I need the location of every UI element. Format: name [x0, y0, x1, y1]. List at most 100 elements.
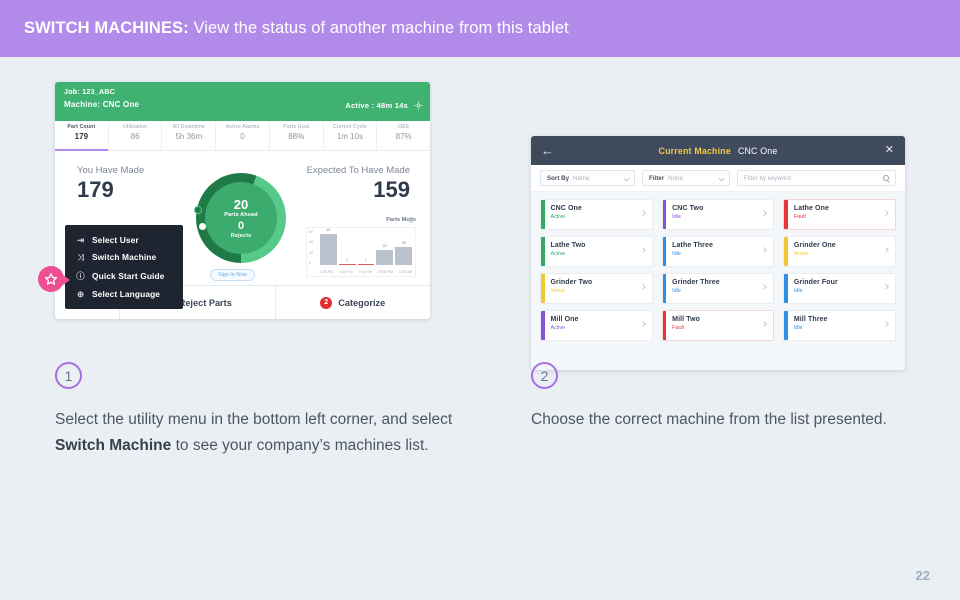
shuffle-icon: ⤨: [77, 251, 84, 262]
caption-1-bold: Switch Machine: [55, 437, 172, 454]
login-arrow-icon: ⇥: [76, 234, 85, 245]
machine-card-text: Mill Two Fault: [666, 311, 700, 340]
categorize-button[interactable]: 2 Categorize: [276, 286, 431, 319]
machine-card[interactable]: Mill One Active: [540, 310, 653, 341]
kpi-part-count[interactable]: Part Count 179: [55, 121, 109, 151]
chevron-right-icon: [761, 321, 768, 327]
machine-card[interactable]: Mill Three Idle: [783, 310, 896, 341]
chevron-right-icon: [639, 284, 646, 290]
chevron-right-icon: [883, 321, 889, 327]
chevron-right-icon: [639, 321, 646, 327]
kpi-label: OEE: [397, 124, 410, 130]
filter-value: None: [668, 174, 683, 182]
utility-menu-item-quick-start-guide[interactable]: ⓘ Quick Start Guide: [65, 266, 183, 285]
machine-card[interactable]: Grinder Three Idle: [661, 273, 775, 304]
page-canvas: Job: 123_ABC Machine: CNC One Active : 4…: [0, 57, 960, 600]
machine-status: Idle: [672, 251, 681, 257]
chart-options-icon[interactable]: [408, 217, 414, 223]
machine-card[interactable]: Lathe Two Active: [540, 236, 653, 267]
job-label: Job: 123_ABC: [64, 87, 116, 96]
dashboard-screenshot: Job: 123_ABC Machine: CNC One Active : 4…: [55, 82, 430, 319]
reject-parts-label: Reject Parts: [178, 297, 232, 308]
filter-label: Filter: [649, 174, 665, 182]
machine-card-text: Grinder Three Idle: [666, 274, 720, 303]
machine-name: Grinder Three: [672, 279, 720, 286]
machine-card[interactable]: CNC One Active: [540, 199, 653, 230]
keyword-search-field[interactable]: Filter by keyword: [737, 170, 896, 186]
chevron-right-icon: [761, 210, 768, 216]
kpi-value: 179: [74, 132, 89, 141]
kpi-parts-goal[interactable]: Parts Goal 88%: [270, 121, 324, 150]
machine-card[interactable]: Lathe One Fault: [783, 199, 896, 230]
step-number-1: 1: [55, 362, 82, 389]
utility-menu-item-switch-machine[interactable]: ⤨ Switch Machine: [65, 248, 183, 266]
machine-card[interactable]: Grinder Two Setup: [540, 273, 653, 304]
chevron-down-icon-2: [718, 175, 725, 182]
machine-status: Idle: [672, 288, 681, 294]
back-arrow-icon[interactable]: ←: [541, 144, 554, 157]
kpi-utilization[interactable]: Utilization 86: [109, 121, 163, 150]
kpi-label: Current Cycle: [333, 124, 367, 130]
parts-ahead-value: 20: [233, 196, 249, 212]
caption-step-1: 1 Select the utility menu in the bottom …: [55, 362, 455, 459]
kpi-label: Active Alarms: [225, 124, 260, 130]
star-icon: [44, 273, 58, 285]
machine-card[interactable]: Grinder One Active: [783, 236, 896, 267]
parts-made-chart: 50 30 10 0 45 1 1 22 26 1:00 PM 4:00 PM 7:00 PM 10…: [306, 227, 416, 277]
close-icon[interactable]: ✕: [885, 144, 894, 156]
kpi-value: 88%: [288, 132, 305, 141]
machine-card[interactable]: Lathe Three Idle: [661, 236, 775, 267]
utility-menu-popup: ⇥ Select User ⤨ Switch Machine ⓘ Quick Start …: [65, 225, 183, 309]
utility-menu-item-label: Select Language: [92, 288, 161, 299]
machine-card-text: Lathe One Fault: [788, 200, 829, 229]
sign-in-now-button[interactable]: Sign In Now: [210, 269, 256, 281]
kpi-oee[interactable]: OEE 87%: [377, 121, 430, 150]
kpi-active-alarms[interactable]: Active Alarms 0: [216, 121, 270, 150]
chart-y-axis: 50 30 10 0: [309, 230, 313, 265]
machine-status: Active: [550, 214, 566, 220]
chevron-right-icon: [639, 210, 646, 216]
chart-bar-label: 1: [364, 258, 367, 263]
donut-marker-dark: [194, 206, 202, 214]
machine-card-text: Grinder One Active: [788, 237, 836, 266]
kpi-value: 0: [240, 132, 245, 141]
chart-x-tick: 10:00 PM: [377, 270, 393, 274]
donut-marker-white: [199, 223, 206, 230]
utility-menu-item-label: Switch Machine: [92, 252, 157, 262]
machine-card-text: Grinder Four Idle: [788, 274, 838, 303]
chart-bar-label: 22: [382, 244, 387, 249]
filter-select[interactable]: Filter None: [642, 170, 730, 186]
search-icon: [883, 175, 889, 181]
page-banner: SWITCH MACHINES: View the status of anot…: [0, 0, 960, 57]
utility-menu-item-select-user[interactable]: ⇥ Select User: [65, 231, 183, 248]
keyword-placeholder: Filter by keyword: [744, 174, 791, 182]
machine-card-text: Mill Three Idle: [788, 311, 828, 340]
chart-bar-label: 26: [401, 241, 406, 246]
machine-card[interactable]: CNC Two Idle: [661, 199, 775, 230]
utility-menu-item-select-language[interactable]: ⊕ Select Language: [65, 285, 183, 302]
chevron-down-icon: [623, 175, 630, 182]
chart-x-tick: 4:00 PM: [339, 270, 353, 274]
banner-title: SWITCH MACHINES:: [24, 19, 189, 37]
switch-machine-header: ← Current Machine CNC One ✕: [531, 136, 905, 165]
sort-by-select[interactable]: Sort By Name: [540, 170, 635, 186]
chart-bar: 1: [357, 258, 375, 265]
machine-name: Mill One: [550, 316, 579, 323]
machine-card[interactable]: Grinder Four Idle: [783, 273, 896, 304]
machine-status: Idle: [793, 325, 803, 331]
kpi-current-cycle[interactable]: Current Cycle 1m 10s: [324, 121, 378, 150]
kpi-all-downtime[interactable]: All Downtime 5h 36m: [162, 121, 217, 150]
machine-status: Setup: [550, 288, 565, 294]
you-have-made-value: 179: [77, 177, 114, 202]
utility-menu-item-label: Select User: [92, 234, 139, 245]
machine-card[interactable]: Mill Two Fault: [661, 310, 775, 341]
machine-card-grid: CNC One Active CNC Two Idle Lathe One Fault La…: [531, 192, 905, 348]
dashboard-header: Job: 123_ABC Machine: CNC One Active : 4…: [55, 82, 430, 121]
chart-bar-label: 1: [346, 258, 349, 263]
donut-center: 20 Parts Ahead 0 Rejects: [205, 182, 277, 254]
parts-ahead-label: Parts Ahead: [224, 211, 258, 218]
machine-name: CNC One: [550, 205, 582, 212]
gear-icon[interactable]: [414, 101, 423, 110]
machine-card-text: CNC One Active: [545, 200, 582, 229]
machine-name: Mill Three: [793, 316, 828, 323]
